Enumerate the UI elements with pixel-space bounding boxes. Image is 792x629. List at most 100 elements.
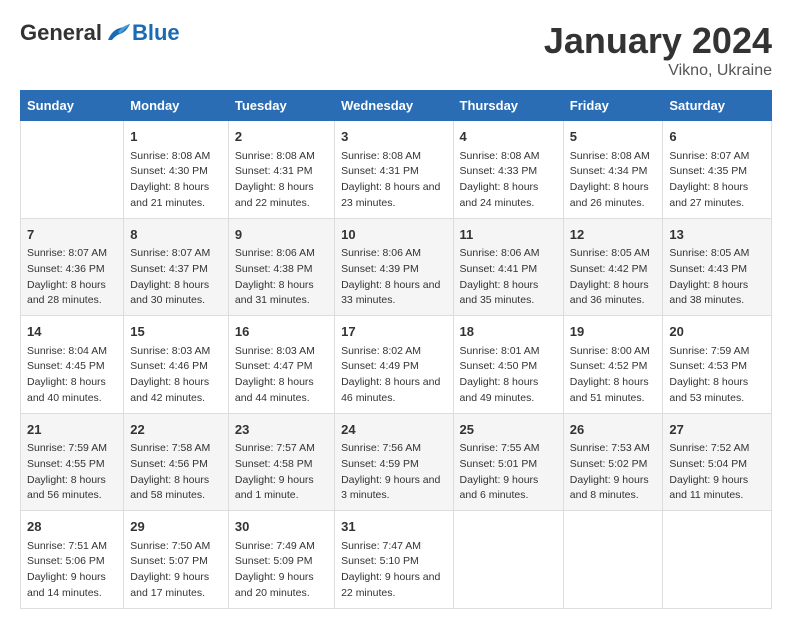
day-info: Sunrise: 8:08 AMSunset: 4:33 PMDaylight:… [460, 149, 557, 212]
calendar-week-row: 14Sunrise: 8:04 AMSunset: 4:45 PMDayligh… [21, 316, 772, 414]
calendar-cell [453, 511, 563, 609]
day-number: 30 [235, 517, 328, 537]
day-number: 29 [130, 517, 222, 537]
day-info: Sunrise: 8:06 AMSunset: 4:39 PMDaylight:… [341, 246, 446, 309]
calendar-cell: 19Sunrise: 8:00 AMSunset: 4:52 PMDayligh… [563, 316, 663, 414]
calendar-cell: 15Sunrise: 8:03 AMSunset: 4:46 PMDayligh… [124, 316, 229, 414]
calendar-cell: 6Sunrise: 8:07 AMSunset: 4:35 PMDaylight… [663, 121, 772, 219]
calendar-cell: 17Sunrise: 8:02 AMSunset: 4:49 PMDayligh… [335, 316, 453, 414]
calendar-cell: 5Sunrise: 8:08 AMSunset: 4:34 PMDaylight… [563, 121, 663, 219]
day-info: Sunrise: 8:07 AMSunset: 4:36 PMDaylight:… [27, 246, 117, 309]
calendar-cell: 24Sunrise: 7:56 AMSunset: 4:59 PMDayligh… [335, 413, 453, 511]
calendar-cell: 23Sunrise: 7:57 AMSunset: 4:58 PMDayligh… [228, 413, 334, 511]
day-number: 21 [27, 420, 117, 440]
day-info: Sunrise: 7:57 AMSunset: 4:58 PMDaylight:… [235, 441, 328, 504]
day-info: Sunrise: 7:59 AMSunset: 4:53 PMDaylight:… [669, 344, 765, 407]
day-info: Sunrise: 7:59 AMSunset: 4:55 PMDaylight:… [27, 441, 117, 504]
day-info: Sunrise: 7:55 AMSunset: 5:01 PMDaylight:… [460, 441, 557, 504]
day-info: Sunrise: 8:03 AMSunset: 4:47 PMDaylight:… [235, 344, 328, 407]
day-number: 26 [570, 420, 657, 440]
page-title: January 2024 [544, 20, 772, 62]
day-number: 18 [460, 322, 557, 342]
day-number: 27 [669, 420, 765, 440]
day-number: 11 [460, 225, 557, 245]
day-info: Sunrise: 7:47 AMSunset: 5:10 PMDaylight:… [341, 539, 446, 602]
day-info: Sunrise: 8:02 AMSunset: 4:49 PMDaylight:… [341, 344, 446, 407]
day-header-monday: Monday [124, 91, 229, 121]
day-number: 2 [235, 127, 328, 147]
day-number: 3 [341, 127, 446, 147]
calendar-cell: 21Sunrise: 7:59 AMSunset: 4:55 PMDayligh… [21, 413, 124, 511]
day-number: 8 [130, 225, 222, 245]
day-number: 28 [27, 517, 117, 537]
logo-bird-icon [104, 22, 132, 44]
day-info: Sunrise: 7:51 AMSunset: 5:06 PMDaylight:… [27, 539, 117, 602]
calendar-cell: 10Sunrise: 8:06 AMSunset: 4:39 PMDayligh… [335, 218, 453, 316]
calendar-cell: 29Sunrise: 7:50 AMSunset: 5:07 PMDayligh… [124, 511, 229, 609]
calendar-cell [21, 121, 124, 219]
calendar-cell: 12Sunrise: 8:05 AMSunset: 4:42 PMDayligh… [563, 218, 663, 316]
day-number: 24 [341, 420, 446, 440]
logo-blue-text: Blue [132, 20, 180, 46]
logo: General Blue [20, 20, 180, 46]
calendar-week-row: 21Sunrise: 7:59 AMSunset: 4:55 PMDayligh… [21, 413, 772, 511]
day-number: 22 [130, 420, 222, 440]
day-info: Sunrise: 8:06 AMSunset: 4:41 PMDaylight:… [460, 246, 557, 309]
day-number: 25 [460, 420, 557, 440]
day-header-thursday: Thursday [453, 91, 563, 121]
calendar-cell: 4Sunrise: 8:08 AMSunset: 4:33 PMDaylight… [453, 121, 563, 219]
calendar-cell: 14Sunrise: 8:04 AMSunset: 4:45 PMDayligh… [21, 316, 124, 414]
day-number: 17 [341, 322, 446, 342]
calendar-cell: 30Sunrise: 7:49 AMSunset: 5:09 PMDayligh… [228, 511, 334, 609]
calendar-cell: 8Sunrise: 8:07 AMSunset: 4:37 PMDaylight… [124, 218, 229, 316]
day-info: Sunrise: 7:50 AMSunset: 5:07 PMDaylight:… [130, 539, 222, 602]
day-header-sunday: Sunday [21, 91, 124, 121]
calendar-cell: 16Sunrise: 8:03 AMSunset: 4:47 PMDayligh… [228, 316, 334, 414]
calendar-cell: 18Sunrise: 8:01 AMSunset: 4:50 PMDayligh… [453, 316, 563, 414]
day-number: 10 [341, 225, 446, 245]
calendar-cell: 7Sunrise: 8:07 AMSunset: 4:36 PMDaylight… [21, 218, 124, 316]
day-number: 23 [235, 420, 328, 440]
calendar-cell: 25Sunrise: 7:55 AMSunset: 5:01 PMDayligh… [453, 413, 563, 511]
calendar-cell: 3Sunrise: 8:08 AMSunset: 4:31 PMDaylight… [335, 121, 453, 219]
day-number: 7 [27, 225, 117, 245]
day-info: Sunrise: 8:00 AMSunset: 4:52 PMDaylight:… [570, 344, 657, 407]
day-number: 5 [570, 127, 657, 147]
calendar-cell: 9Sunrise: 8:06 AMSunset: 4:38 PMDaylight… [228, 218, 334, 316]
calendar-week-row: 28Sunrise: 7:51 AMSunset: 5:06 PMDayligh… [21, 511, 772, 609]
day-info: Sunrise: 8:08 AMSunset: 4:30 PMDaylight:… [130, 149, 222, 212]
day-header-friday: Friday [563, 91, 663, 121]
day-number: 19 [570, 322, 657, 342]
logo-general-text: General [20, 20, 102, 46]
calendar-header-row: SundayMondayTuesdayWednesdayThursdayFrid… [21, 91, 772, 121]
day-number: 20 [669, 322, 765, 342]
day-number: 9 [235, 225, 328, 245]
calendar-week-row: 7Sunrise: 8:07 AMSunset: 4:36 PMDaylight… [21, 218, 772, 316]
day-header-wednesday: Wednesday [335, 91, 453, 121]
day-number: 14 [27, 322, 117, 342]
calendar-week-row: 1Sunrise: 8:08 AMSunset: 4:30 PMDaylight… [21, 121, 772, 219]
day-info: Sunrise: 8:04 AMSunset: 4:45 PMDaylight:… [27, 344, 117, 407]
calendar-cell: 27Sunrise: 7:52 AMSunset: 5:04 PMDayligh… [663, 413, 772, 511]
page-subtitle: Vikno, Ukraine [544, 62, 772, 80]
day-number: 4 [460, 127, 557, 147]
day-number: 6 [669, 127, 765, 147]
calendar-cell: 13Sunrise: 8:05 AMSunset: 4:43 PMDayligh… [663, 218, 772, 316]
calendar-cell: 1Sunrise: 8:08 AMSunset: 4:30 PMDaylight… [124, 121, 229, 219]
calendar-cell [663, 511, 772, 609]
title-block: January 2024 Vikno, Ukraine [544, 20, 772, 80]
day-number: 16 [235, 322, 328, 342]
calendar-cell: 31Sunrise: 7:47 AMSunset: 5:10 PMDayligh… [335, 511, 453, 609]
day-number: 31 [341, 517, 446, 537]
day-info: Sunrise: 7:56 AMSunset: 4:59 PMDaylight:… [341, 441, 446, 504]
day-info: Sunrise: 8:08 AMSunset: 4:31 PMDaylight:… [235, 149, 328, 212]
day-info: Sunrise: 8:08 AMSunset: 4:31 PMDaylight:… [341, 149, 446, 212]
calendar-cell: 26Sunrise: 7:53 AMSunset: 5:02 PMDayligh… [563, 413, 663, 511]
day-header-saturday: Saturday [663, 91, 772, 121]
calendar-cell: 11Sunrise: 8:06 AMSunset: 4:41 PMDayligh… [453, 218, 563, 316]
calendar-cell [563, 511, 663, 609]
calendar-table: SundayMondayTuesdayWednesdayThursdayFrid… [20, 90, 772, 609]
day-info: Sunrise: 8:01 AMSunset: 4:50 PMDaylight:… [460, 344, 557, 407]
calendar-cell: 2Sunrise: 8:08 AMSunset: 4:31 PMDaylight… [228, 121, 334, 219]
day-info: Sunrise: 8:03 AMSunset: 4:46 PMDaylight:… [130, 344, 222, 407]
